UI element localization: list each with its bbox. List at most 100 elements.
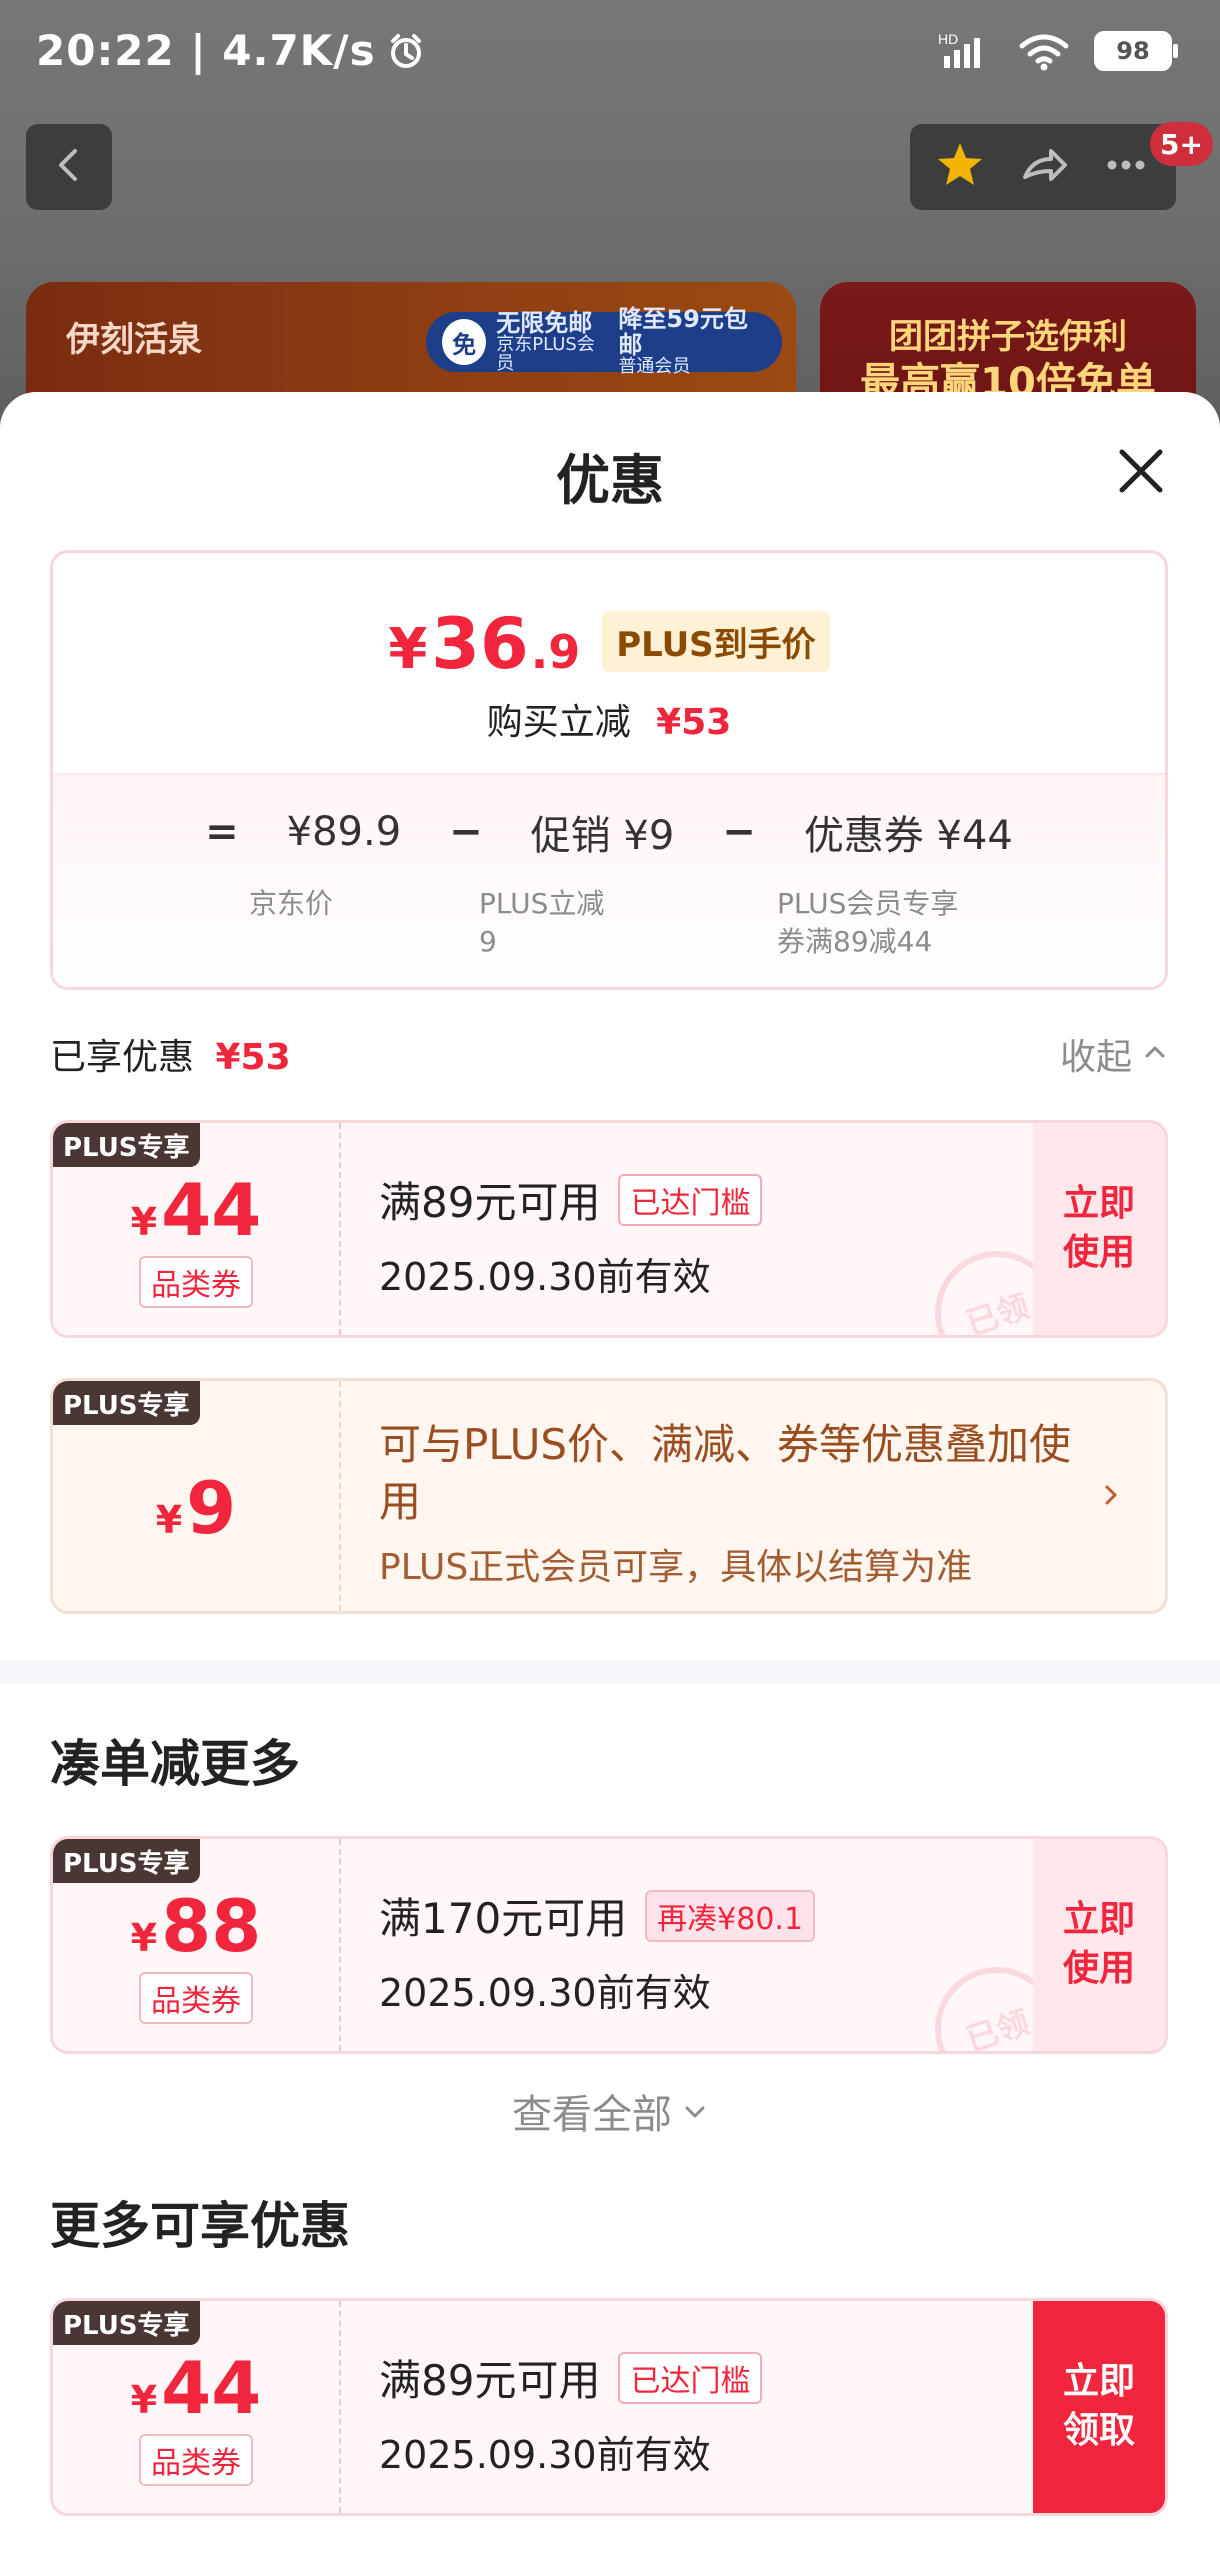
use-now-button[interactable]: 立即 使用 [1033, 1123, 1165, 1335]
coupon-category-badge: 品类券 [139, 2434, 253, 2486]
wifi-icon [1016, 30, 1072, 72]
formula-promo: 促销 ¥9 [530, 813, 675, 859]
free-shipping-icon-text: 免 [452, 330, 477, 359]
coupon-category-badge: 品类券 [139, 1972, 253, 2024]
final-price-yen: ¥ [388, 617, 428, 682]
coupon-condition-row: 满170元可用 再凑¥80.1 [379, 1885, 1025, 1946]
pill-right-title: 降至59元包邮 [618, 305, 748, 359]
battery-level: 98 [1116, 37, 1150, 65]
buy-reduce-label: 购买立减 [486, 702, 631, 743]
coupon-amount: ¥ 44 [131, 1174, 262, 1246]
view-all-button[interactable]: 查看全部 [0, 2082, 1220, 2140]
use-now-line1: 立即 [1062, 1899, 1135, 1941]
free-shipping-icon: 免 [442, 319, 487, 365]
coupon-amount-value: 44 [161, 1168, 262, 1252]
final-price-int: 36 [431, 603, 529, 685]
pill-right-text: 降至59元包邮 普通会员 [618, 307, 766, 376]
chevron-up-icon [1142, 1034, 1168, 1075]
notification-badge: 5+ [1150, 122, 1213, 166]
promo-divider [339, 1381, 341, 1611]
final-price: ¥ 36 .9 [388, 603, 580, 685]
more-icon[interactable] [1098, 137, 1154, 197]
final-price-dec: .9 [530, 625, 581, 679]
section-title-more-discount: 凑单减更多 [50, 1735, 300, 1793]
pill-right-sub: 普通会员 [618, 355, 691, 377]
coupon-yen: ¥ [130, 1200, 158, 1244]
coupon-category-badge: 品类券 [139, 1256, 253, 1308]
promo-left: ¥ 9 [53, 1381, 339, 1611]
chevron-down-icon [682, 2088, 708, 2134]
coupon-validity: 2025.09.30前有效 [379, 1971, 711, 2015]
promo-yen: ¥ [155, 1498, 183, 1542]
use-now-button[interactable]: 立即 使用 [1033, 1839, 1165, 2051]
signal-icon: HD [938, 30, 994, 72]
coupon-left: ¥ 44 品类券 [53, 2301, 339, 2513]
section-title-more-enjoy: 更多可享优惠 [50, 2197, 350, 2255]
formula-minus-2: − [722, 809, 756, 855]
coupon-card-44-claim: PLUS专享 ¥ 44 品类券 满89元可用 已达门槛 2025.09.30前有… [50, 2298, 1168, 2516]
coupon-middle: 满89元可用 已达门槛 2025.09.30前有效 [379, 1169, 1025, 1301]
enjoyed-value: ¥53 [215, 1037, 291, 1078]
formula-minus-1: − [449, 809, 483, 855]
claim-now-line2: 领取 [1062, 2410, 1135, 2451]
price-formula-area: = ¥89.9 − 促销 ¥9 − 优惠券 ¥44 京东价 PLUS立减 9 P… [53, 773, 1165, 987]
battery-indicator: 98 [1094, 31, 1178, 71]
buy-reduce-row: 购买立减 ¥53 [53, 693, 1165, 745]
coupon-threshold-chip: 已达门槛 [618, 2351, 763, 2404]
top-actions [910, 124, 1176, 210]
promo-amount: ¥ 9 [156, 1472, 237, 1544]
pill-title: 无限免邮 [496, 308, 593, 337]
coupon-amount: ¥ 44 [131, 2352, 262, 2424]
favorite-star-icon[interactable] [932, 137, 988, 197]
promo-middle: 可与PLUS价、满减、券等优惠叠加使用 PLUS正式会员可享，具体以结算为准 [379, 1417, 1075, 1590]
coupon-amount-value: 88 [161, 1884, 262, 1968]
alarm-clock-icon [386, 31, 426, 71]
coupon-left: ¥ 44 品类券 [53, 1123, 339, 1335]
plus-promo-card-9[interactable]: PLUS专享 ¥ 9 可与PLUS价、满减、券等优惠叠加使用 PLUS正式会员可… [50, 1378, 1168, 1614]
buy-reduce-value: ¥53 [656, 702, 732, 743]
coupon-divider [339, 2301, 341, 2513]
network-label: HD [938, 31, 958, 47]
chevron-right-icon [1093, 1477, 1129, 1513]
promo-title: 可与PLUS价、满减、券等优惠叠加使用 [379, 1420, 1072, 1526]
coupon-yen: ¥ [130, 2378, 158, 2422]
close-button[interactable] [1106, 438, 1176, 508]
status-bar: 20:22 | 4.7K/s HD 98 [0, 0, 1220, 110]
collapse-toggle[interactable]: 收起 [1060, 1028, 1168, 1080]
promo-amount-value: 9 [186, 1466, 237, 1550]
note-coupon: PLUS会员专享 券满89减44 [777, 887, 959, 958]
coupon-threshold-chip: 已达门槛 [618, 1173, 763, 1226]
coupon-yen: ¥ [130, 1916, 158, 1960]
coupon-divider [339, 1123, 341, 1335]
price-top: ¥ 36 .9 PLUS到手价 购买立减 ¥53 [53, 553, 1165, 773]
pill-sub: 京东PLUS会员 [496, 333, 595, 374]
coupon-amount-value: 44 [161, 2346, 262, 2430]
enjoyed-left: 已享优惠 ¥53 [50, 1028, 291, 1080]
status-time-speed: 20:22 | 4.7K/s [36, 26, 376, 75]
back-icon [49, 145, 89, 189]
coupon-condition-row: 满89元可用 已达门槛 [379, 2347, 1025, 2408]
use-now-line1: 立即 [1062, 1183, 1135, 1225]
coupon-more-needed-chip: 再凑¥80.1 [645, 1889, 816, 1942]
coupon-condition: 满89元可用 [379, 2356, 601, 2405]
coupon-card-88: PLUS专享 ¥ 88 品类券 满170元可用 再凑¥80.1 2025.09.… [50, 1836, 1168, 2054]
share-icon[interactable] [1015, 137, 1071, 197]
formula-jd-price: ¥89.9 [286, 809, 402, 855]
enjoyed-label: 已享优惠 [50, 1037, 195, 1078]
claimed-stamp-text: 已领 [961, 2002, 1034, 2054]
use-now-line2: 使用 [1062, 1232, 1135, 1273]
claimed-stamp-text: 已领 [961, 1286, 1034, 1338]
coupon-middle: 满170元可用 再凑¥80.1 2025.09.30前有效 [379, 1885, 1025, 2017]
coupon-condition-row: 满89元可用 已达门槛 [379, 1169, 1025, 1230]
final-price-row: ¥ 36 .9 PLUS到手价 [53, 603, 1165, 685]
coupon-middle: 满89元可用 已达门槛 2025.09.30前有效 [379, 2347, 1025, 2479]
coupon-validity: 2025.09.30前有效 [379, 2433, 711, 2477]
view-all-label: 查看全部 [512, 2092, 672, 2138]
claim-now-button[interactable]: 立即 领取 [1033, 2301, 1165, 2513]
back-button[interactable] [26, 124, 112, 210]
formula-coupon: 优惠券 ¥44 [803, 813, 1013, 859]
coupon-divider [339, 1839, 341, 2051]
close-icon [1112, 442, 1170, 504]
note-promo: PLUS立减 9 [479, 887, 605, 958]
sheet-title: 优惠 [556, 449, 664, 512]
